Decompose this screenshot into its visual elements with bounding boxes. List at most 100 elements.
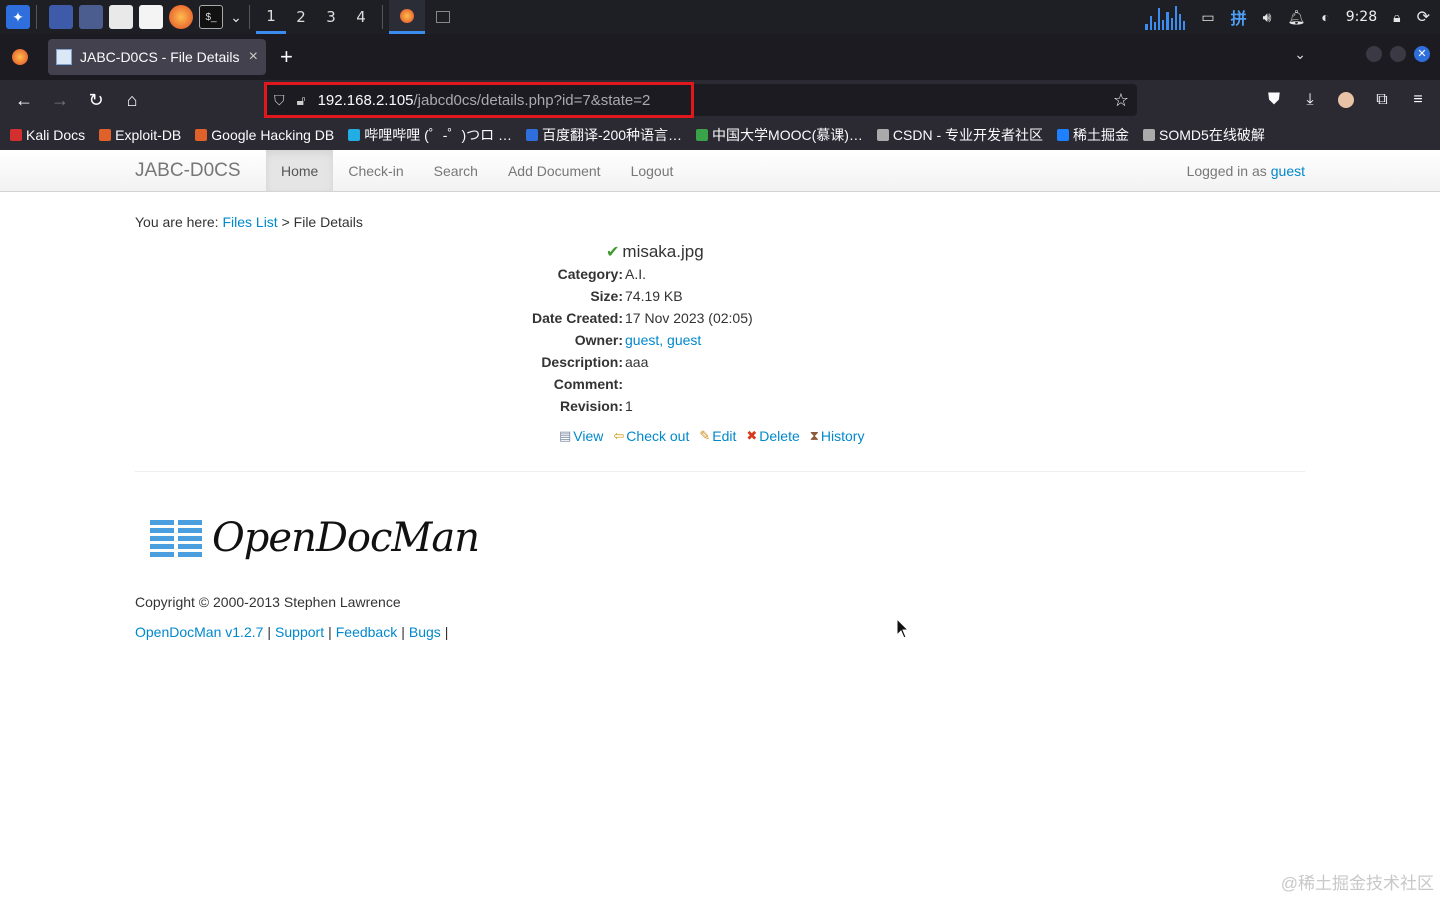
- pocket-icon[interactable]: ⛊: [1262, 84, 1286, 116]
- bookmark-label: 百度翻译-200种语言…: [542, 127, 683, 143]
- bookmark-item[interactable]: 中国大学MOOC(慕课)…: [696, 125, 863, 145]
- nav-add-document[interactable]: Add Document: [493, 150, 616, 191]
- footer-link[interactable]: OpenDocMan v1.2.7: [135, 624, 263, 640]
- nav-check-in[interactable]: Check-in: [333, 150, 418, 191]
- detail-value: aaa: [625, 354, 649, 370]
- clock[interactable]: 9:28: [1346, 9, 1377, 25]
- divider: [135, 471, 1305, 472]
- text-editor-icon[interactable]: [139, 5, 163, 29]
- list-all-tabs-icon[interactable]: ⌄: [1294, 46, 1306, 63]
- power-manager-icon[interactable]: ◐: [1321, 9, 1329, 25]
- bookmark-label: 稀土掘金: [1073, 127, 1130, 143]
- nav-home[interactable]: Home: [266, 150, 334, 191]
- os-taskbar: ✦ $_ ⌄ 1 2 3 4 ▭ 拼 🔊︎ 🔔︎ ◐ 9:28 🔒︎ ⟳: [0, 0, 1440, 34]
- detail-label: Description:: [541, 354, 623, 370]
- taskbar-firefox-window[interactable]: [389, 0, 425, 34]
- book-logo-icon: [150, 520, 202, 557]
- taskbar-terminal-window[interactable]: [425, 0, 461, 34]
- volume-icon[interactable]: 🔊︎: [1263, 9, 1272, 26]
- browser-tab-active[interactable]: JABC-D0CS - File Details ×: [48, 39, 266, 75]
- taskbar-separator: [382, 5, 383, 29]
- nav-logout[interactable]: Logout: [616, 150, 689, 191]
- firefox-icon[interactable]: [169, 5, 193, 29]
- bookmark-item[interactable]: 稀土掘金: [1057, 125, 1129, 145]
- bookmark-label: CSDN - 专业开发者社区: [892, 127, 1044, 143]
- nav-search[interactable]: Search: [419, 150, 493, 191]
- watermark: @稀土掘金技术社区: [1280, 874, 1434, 893]
- delete-icon: ✖: [746, 428, 758, 443]
- detail-row: Description: aaa: [0, 354, 1440, 376]
- taskbar-separator: [36, 5, 37, 29]
- detail-value: 74.19 KB: [625, 288, 683, 304]
- checkmark-icon: ✔: [606, 244, 620, 261]
- detail-value-link[interactable]: guest, guest: [625, 332, 701, 348]
- home-button[interactable]: ⌂: [114, 84, 150, 116]
- file-name: misaka.jpg: [622, 242, 704, 261]
- close-window-button[interactable]: ✕: [1414, 46, 1430, 62]
- logged-in-user-link[interactable]: guest: [1271, 163, 1305, 179]
- file-manager-icon[interactable]: [109, 5, 133, 29]
- desktop-icon[interactable]: [49, 5, 73, 29]
- action-label: Check out: [626, 428, 690, 444]
- url-bar[interactable]: ⛉ 🔓︎ 192.168.2.105/jabcd0cs/details.php?…: [264, 82, 1137, 118]
- bookmark-item[interactable]: CSDN - 专业开发者社区: [876, 125, 1044, 145]
- bookmark-favicon-icon: [1057, 129, 1070, 141]
- detail-value: 1: [625, 398, 633, 414]
- breadcrumb-current: File Details: [293, 214, 363, 230]
- bookmark-star-icon[interactable]: ☆: [1113, 90, 1129, 111]
- workspace-2[interactable]: 2: [286, 0, 316, 34]
- breadcrumb-files-list[interactable]: Files List: [222, 214, 277, 230]
- bookmark-item[interactable]: 百度翻译-200种语言…: [526, 125, 682, 145]
- action-label: Delete: [759, 428, 800, 444]
- monitor-icon[interactable]: [79, 5, 103, 29]
- workspace-3[interactable]: 3: [316, 0, 346, 34]
- bookmark-item[interactable]: 哔哩哔哩 (゜-゜)つロ …: [348, 125, 512, 145]
- workspace-1[interactable]: 1: [256, 0, 286, 34]
- firefox-view-icon[interactable]: [12, 49, 28, 65]
- action-history[interactable]: ⧗ History: [810, 428, 865, 444]
- ime-indicator[interactable]: 拼: [1231, 5, 1247, 29]
- browser-nav-bar: ← → ↻ ⌂ ⛉ 🔓︎ 192.168.2.105/jabcd0cs/deta…: [0, 80, 1440, 120]
- logo-wordmark: OpenDocMan: [212, 515, 480, 561]
- footer-link[interactable]: Support: [275, 624, 324, 640]
- edit-icon: ✎: [699, 428, 711, 443]
- workspace-4[interactable]: 4: [346, 0, 376, 34]
- tab-close-icon[interactable]: ×: [249, 48, 258, 66]
- terminal-icon[interactable]: $_: [199, 5, 223, 29]
- back-button[interactable]: ←: [6, 84, 42, 116]
- bookmark-item[interactable]: Exploit-DB: [99, 127, 181, 143]
- bookmark-favicon-icon: [876, 129, 889, 141]
- detail-row: Size: 74.19 KB: [0, 288, 1440, 310]
- opendocman-logo: OpenDocMan: [148, 514, 480, 562]
- bookmark-favicon-icon: [195, 129, 208, 141]
- bookmark-item[interactable]: SOMD5在线破解: [1143, 125, 1265, 145]
- new-tab-button[interactable]: +: [280, 44, 293, 70]
- file-title: ✔ misaka.jpg: [606, 242, 704, 262]
- footer-link[interactable]: Feedback: [336, 624, 397, 640]
- account-avatar[interactable]: [1334, 84, 1358, 116]
- action-view[interactable]: ▤ View: [559, 428, 603, 444]
- kali-menu-icon[interactable]: ✦: [6, 5, 30, 29]
- reload-button[interactable]: ↻: [78, 84, 114, 116]
- chevron-down-icon[interactable]: ⌄: [229, 5, 243, 29]
- view-icon: ▤: [559, 428, 572, 443]
- bookmark-item[interactable]: Kali Docs: [10, 127, 85, 143]
- bookmark-item[interactable]: Google Hacking DB: [195, 127, 334, 143]
- action-delete[interactable]: ✖ Delete: [746, 428, 799, 444]
- lock-icon[interactable]: 🔒︎: [1393, 9, 1400, 26]
- forward-button[interactable]: →: [42, 84, 78, 116]
- menu-icon[interactable]: ≡: [1406, 84, 1430, 116]
- maximize-button[interactable]: [1390, 46, 1406, 62]
- action-check-out[interactable]: ⇦ Check out: [613, 428, 689, 444]
- extensions-icon[interactable]: ⧉: [1370, 84, 1394, 116]
- screen-icon[interactable]: ▭: [1201, 9, 1214, 26]
- site-brand[interactable]: JABC-D0CS: [0, 150, 266, 191]
- footer-link[interactable]: Bugs: [409, 624, 441, 640]
- detail-value: 17 Nov 2023 (02:05): [625, 310, 753, 326]
- bookmark-favicon-icon: [10, 129, 22, 141]
- action-edit[interactable]: ✎ Edit: [699, 428, 736, 444]
- logout-icon[interactable]: ⟳: [1417, 7, 1430, 27]
- bell-icon[interactable]: 🔔︎: [1287, 9, 1305, 26]
- downloads-icon[interactable]: ⤓: [1298, 84, 1322, 116]
- minimize-button[interactable]: [1366, 46, 1382, 62]
